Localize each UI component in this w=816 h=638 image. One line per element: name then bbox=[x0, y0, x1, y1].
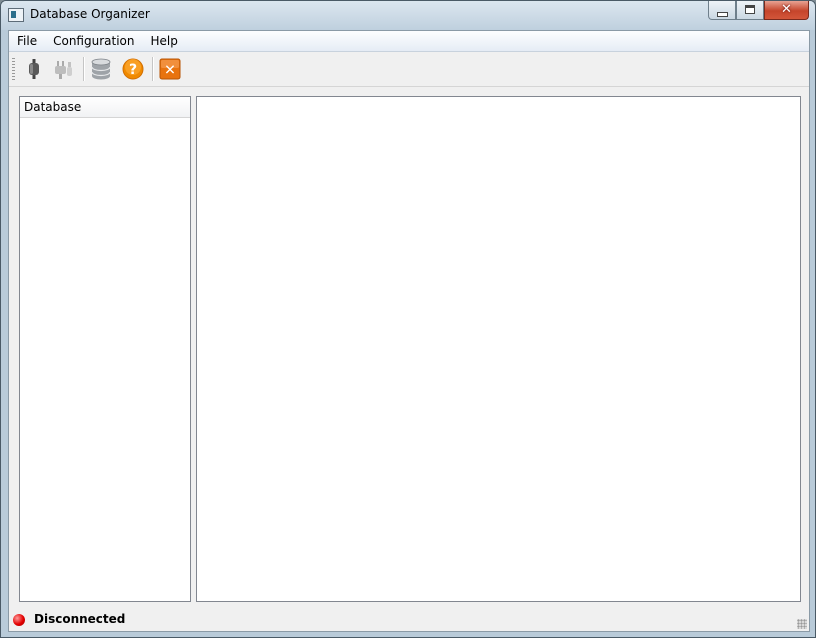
status-indicator-icon bbox=[13, 614, 25, 626]
tree-header[interactable]: Database bbox=[20, 97, 190, 118]
svg-text:?: ? bbox=[129, 62, 137, 78]
database-icon bbox=[91, 58, 111, 80]
exit-button[interactable]: ✕ bbox=[158, 57, 182, 81]
database-button[interactable] bbox=[89, 57, 113, 81]
menu-file[interactable]: File bbox=[9, 31, 45, 51]
close-icon: ✕ bbox=[781, 2, 792, 17]
maximize-icon bbox=[745, 5, 755, 14]
menu-help[interactable]: Help bbox=[142, 31, 185, 51]
exit-icon: ✕ bbox=[159, 58, 181, 80]
close-button[interactable]: ✕ bbox=[764, 1, 809, 20]
plug-disconnect-icon bbox=[55, 61, 72, 79]
app-icon[interactable] bbox=[8, 8, 24, 22]
minimize-icon bbox=[717, 12, 728, 17]
menu-configuration[interactable]: Configuration bbox=[45, 31, 142, 51]
maximize-button[interactable] bbox=[736, 1, 764, 20]
plug-connect-icon bbox=[29, 59, 39, 79]
disconnect-button[interactable] bbox=[52, 57, 76, 81]
content-panel[interactable] bbox=[196, 96, 801, 602]
resize-grip[interactable] bbox=[797, 619, 807, 629]
title-bar[interactable]: Database Organizer ✕ bbox=[1, 1, 815, 30]
help-icon: ? bbox=[122, 58, 144, 80]
app-window: Database Organizer ✕ File Configuration … bbox=[0, 0, 816, 638]
database-tree[interactable]: Database bbox=[19, 96, 191, 602]
toolbar-grip[interactable] bbox=[12, 58, 15, 80]
help-button[interactable]: ? bbox=[121, 57, 145, 81]
toolbar-separator bbox=[83, 57, 85, 81]
connection-status: Disconnected bbox=[34, 612, 126, 626]
menu-bar: File Configuration Help bbox=[9, 31, 809, 52]
minimize-button[interactable] bbox=[708, 1, 736, 20]
connect-button[interactable] bbox=[22, 57, 46, 81]
status-bar: Disconnected bbox=[9, 609, 809, 631]
toolbar-separator bbox=[152, 57, 154, 81]
svg-text:✕: ✕ bbox=[164, 63, 176, 79]
toolbar: ? ✕ bbox=[9, 52, 809, 87]
client-area: File Configuration Help ? ✕ Database Dis… bbox=[8, 30, 810, 632]
caption-buttons: ✕ bbox=[708, 1, 809, 21]
window-title: Database Organizer bbox=[30, 7, 150, 21]
